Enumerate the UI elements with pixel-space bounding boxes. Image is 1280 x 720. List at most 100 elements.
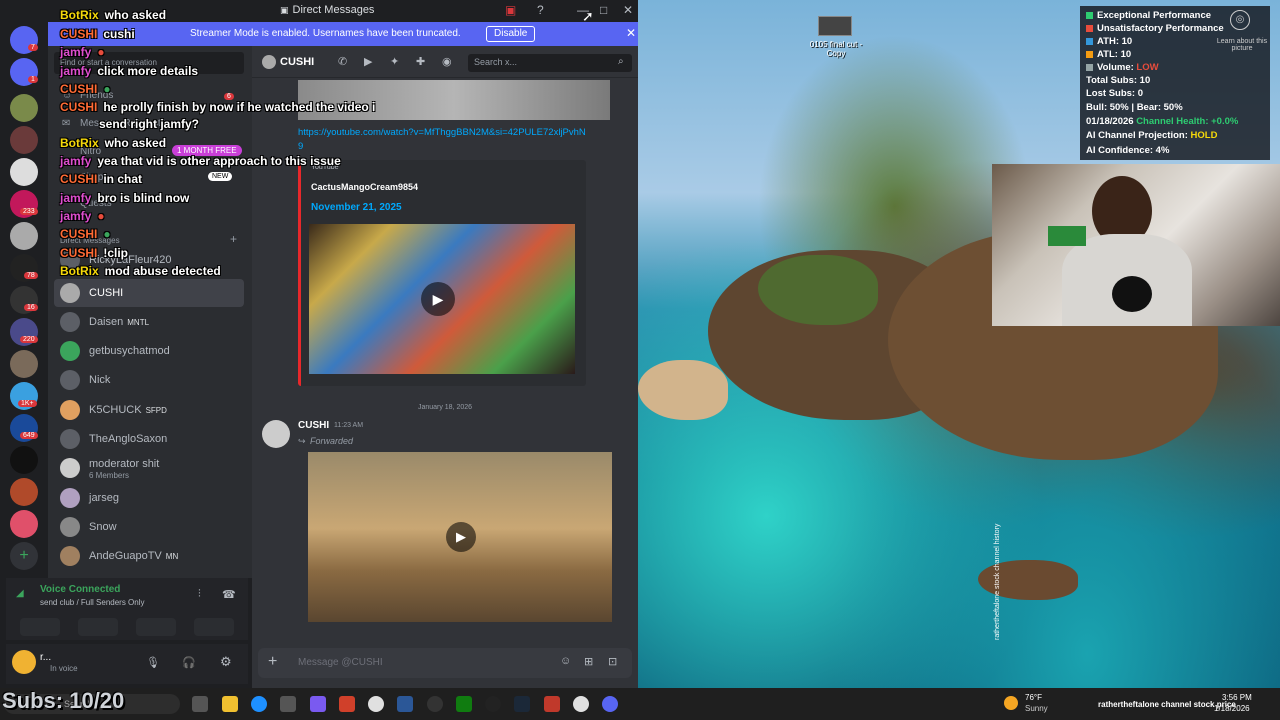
chrome-icon[interactable] (573, 696, 589, 712)
chat-line: BotRix who asked (60, 8, 167, 22)
disconnect-icon[interactable]: ☎ (222, 588, 236, 601)
task-view-icon[interactable] (192, 696, 208, 712)
user-status: In voice (50, 664, 78, 673)
xbox-icon[interactable] (456, 696, 472, 712)
taskbar: Search 76°F Sunny rathertheftalone chann… (0, 688, 1280, 720)
clock-time[interactable]: 3:56 PM (1222, 693, 1252, 702)
weather-desc[interactable]: Sunny (1025, 704, 1048, 713)
search-input[interactable]: Search x... (468, 54, 632, 72)
maximize-button[interactable]: □ (600, 3, 607, 17)
dm-item[interactable]: jarseg (54, 484, 244, 512)
microphone-icon[interactable]: 🎙 (146, 656, 160, 669)
app-icon[interactable] (485, 696, 501, 712)
help-icon[interactable]: ? (537, 3, 544, 17)
profile-icon[interactable]: ◉ (442, 55, 452, 68)
stat-row: 01/18/2026 Channel Health: +0.0% (1086, 116, 1239, 127)
chrome-icon[interactable] (368, 696, 384, 712)
stat-row: Exceptional Performance (1086, 10, 1211, 21)
headphones-icon[interactable]: 🎧 (182, 656, 196, 669)
dm-item[interactable]: K5CHUCK SFPD (54, 396, 244, 424)
screen-share-icon[interactable]: ▣ (505, 3, 516, 17)
message-input[interactable]: Message @CUSHI (298, 657, 383, 668)
file-explorer-icon[interactable] (222, 696, 238, 712)
vertical-credit: rathertheftalone stock channel history (994, 523, 1001, 640)
voice-status[interactable]: Voice Connected (40, 584, 120, 595)
screen-share-button[interactable] (78, 618, 118, 636)
gift-icon[interactable]: ⊡ (608, 655, 617, 668)
server-icon[interactable] (10, 158, 38, 186)
rock-formation (758, 255, 878, 325)
gear-icon[interactable]: ⚙ (220, 654, 232, 670)
maps-icon[interactable] (544, 696, 560, 712)
server-icon[interactable] (10, 446, 38, 474)
file-thumbnail-icon[interactable] (818, 16, 852, 36)
play-icon[interactable]: ▶ (446, 522, 476, 552)
obs-icon[interactable] (427, 696, 443, 712)
add-server-icon[interactable]: + (10, 542, 38, 570)
dm-item[interactable]: Daisen MNTL (54, 308, 244, 336)
chat-line: jamfy yea that vid is other approach to t… (60, 154, 341, 168)
play-icon[interactable]: ▶ (421, 282, 455, 316)
search-icon: ⌕ (618, 56, 624, 67)
mouse-cursor-icon: ➚ (582, 8, 594, 24)
camera-off-button[interactable] (20, 618, 60, 636)
learn-more-label[interactable]: Learn about this picture (1216, 38, 1268, 52)
message-author[interactable]: CUSHI (298, 420, 329, 431)
clock-date[interactable]: 1/18/2026 (1214, 704, 1250, 713)
avatar[interactable] (262, 420, 290, 448)
store-icon[interactable] (280, 696, 296, 712)
app-icon[interactable] (339, 696, 355, 712)
chat-line: CUSHI !clip (60, 246, 129, 260)
weather-temp[interactable]: 76°F (1025, 693, 1042, 702)
server-icon[interactable] (10, 94, 38, 122)
beer-box (1048, 226, 1086, 246)
dm-item[interactable]: AndeGuapoTV MN (54, 542, 244, 570)
activities-button[interactable] (136, 618, 176, 636)
edge-icon[interactable] (251, 696, 267, 712)
badge: 1K+ (18, 400, 37, 407)
emote-icon: ● (103, 82, 111, 96)
sun-icon (1004, 696, 1018, 710)
add-friend-icon[interactable]: ✚ (416, 55, 425, 68)
server-icon[interactable] (10, 510, 38, 538)
user-panel: r... In voice 🎙 🎧 ⚙ (6, 644, 248, 684)
chat-line: CUSHI cushi (60, 27, 135, 41)
server-icon[interactable] (10, 350, 38, 378)
chat-line: jamfy bro is blind now (60, 191, 190, 205)
voice-channel[interactable]: send club / Full Senders Only (40, 598, 145, 607)
close-banner-icon[interactable]: ✕ (626, 26, 636, 40)
word-icon[interactable] (397, 696, 413, 712)
badge: 220 (20, 336, 38, 343)
server-icon[interactable] (10, 478, 38, 506)
beach (638, 360, 728, 420)
message-composer: + Message @CUSHI ☺ ⊞ ⊡ (258, 648, 632, 678)
steam-icon[interactable] (514, 696, 530, 712)
copilot-icon[interactable] (310, 696, 326, 712)
soundboard-button[interactable] (194, 618, 234, 636)
noise-suppression-icon[interactable]: ⫶ (198, 588, 201, 601)
microphone (1112, 276, 1152, 312)
camera-icon[interactable]: ◎ (1230, 10, 1250, 30)
chat-line: CUSHI ● (60, 227, 111, 241)
dm-item[interactable]: TheAngloSaxon (54, 425, 244, 453)
desktop-file-label[interactable]: 0105 final cut - Copy (806, 40, 866, 58)
rock-formation (978, 560, 1078, 600)
server-icon[interactable] (10, 126, 38, 154)
pin-icon[interactable]: ✦ (390, 55, 399, 68)
dm-item[interactable]: getbusychatmod (54, 337, 244, 365)
apps-icon[interactable]: ⊞ (584, 655, 593, 668)
chat-line: BotRix mod abuse detected (60, 264, 221, 278)
close-button[interactable]: ✕ (623, 3, 633, 17)
avatar[interactable] (12, 650, 36, 674)
server-icon[interactable] (10, 222, 38, 250)
dm-item[interactable]: Snow (54, 513, 244, 541)
dm-group-item[interactable]: moderator shit 6 Members (54, 454, 244, 482)
dm-item[interactable]: Nick (54, 366, 244, 394)
attach-icon[interactable]: + (268, 653, 277, 671)
stream-stats-overlay: Exceptional Performance Unsatisfactory P… (1080, 6, 1270, 160)
discord-icon[interactable] (602, 696, 618, 712)
subs-counter-overlay: Subs: 10/20 (2, 688, 125, 713)
user-name[interactable]: r... (40, 652, 51, 663)
disable-button[interactable]: Disable (486, 26, 536, 42)
emoji-icon[interactable]: ☺ (560, 655, 571, 667)
